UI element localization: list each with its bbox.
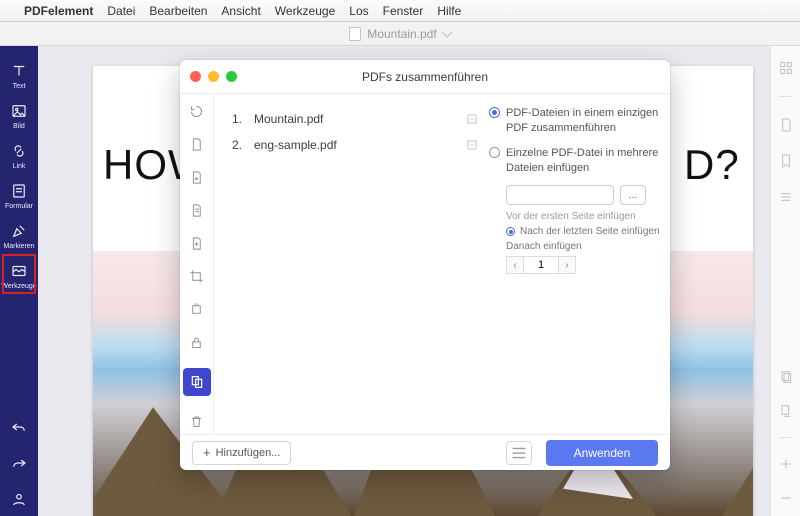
dialog-title: PDFs zusammenführen xyxy=(362,70,488,84)
radio-insert-multiple[interactable]: Einzelne PDF-Datei in mehrere Dateien ei… xyxy=(489,146,660,176)
file-row[interactable]: 2. eng-sample.pdf xyxy=(224,132,479,158)
sidebar-item-label: Werkzeuge xyxy=(1,283,36,290)
menu-file[interactable]: Datei xyxy=(107,4,135,18)
link-icon xyxy=(10,142,28,160)
remove-icon[interactable] xyxy=(465,112,479,126)
menu-app[interactable]: PDFelement xyxy=(24,4,93,18)
text-icon xyxy=(10,62,28,80)
window-titlebar: Mountain.pdf xyxy=(0,22,800,46)
menu-window[interactable]: Fenster xyxy=(383,4,424,18)
apply-button[interactable]: Anwenden xyxy=(546,440,658,466)
crop-icon[interactable] xyxy=(189,269,204,284)
radio-icon xyxy=(506,227,515,236)
file-icon xyxy=(349,27,361,41)
target-file-input[interactable] xyxy=(506,185,614,205)
stepper-next-button[interactable]: › xyxy=(558,256,576,274)
sidebar-item-text[interactable]: Text xyxy=(0,56,38,96)
sidebar-item-label: Text xyxy=(13,83,26,90)
redo-icon[interactable] xyxy=(10,454,28,472)
form-icon xyxy=(10,182,28,200)
right-toolstrip xyxy=(770,46,800,516)
trash-icon[interactable] xyxy=(189,414,204,429)
stepper-prev-button[interactable]: ‹ xyxy=(506,256,524,274)
plus-icon: + xyxy=(203,448,211,458)
dialog-header: PDFs zusammenführen xyxy=(180,60,670,94)
dialog-options: PDF-Dateien in einem einzigen PDF zusamm… xyxy=(489,94,670,434)
radio-icon xyxy=(489,147,500,158)
menu-view[interactable]: Ansicht xyxy=(221,4,260,18)
radio-label: Nach der letzten Seite einfügen xyxy=(520,226,660,237)
hint-before: Vor der ersten Seite einfügen xyxy=(506,211,660,222)
sidebar-item-label: Formular xyxy=(5,203,33,210)
menu-help[interactable]: Hilfe xyxy=(437,4,461,18)
plus-icon[interactable] xyxy=(778,456,794,472)
window-zoom-icon[interactable] xyxy=(226,71,237,82)
menu-edit[interactable]: Bearbeiten xyxy=(149,4,207,18)
file-row-number: 1. xyxy=(224,112,242,126)
remove-icon[interactable] xyxy=(465,138,479,152)
list-icon[interactable] xyxy=(778,189,794,205)
sidebar-item-mark[interactable]: Markieren xyxy=(0,216,38,256)
radio-icon xyxy=(489,107,500,118)
dialog-footer: + Hinzufügen... Anwenden xyxy=(180,434,670,470)
add-file-button[interactable]: + Hinzufügen... xyxy=(192,441,291,465)
radio-label: PDF-Dateien in einem einzigen PDF zusamm… xyxy=(506,106,660,136)
page-add-icon[interactable] xyxy=(189,236,204,251)
mac-menubar: PDFelement Datei Bearbeiten Ansicht Werk… xyxy=(0,0,800,22)
left-sidebar: Text Bild Link Formular Markieren Werkze… xyxy=(0,46,38,516)
merge-icon[interactable] xyxy=(183,368,211,396)
menu-go[interactable]: Los xyxy=(349,4,368,18)
tools-icon xyxy=(10,262,28,280)
window-close-icon[interactable] xyxy=(190,71,201,82)
stepper-value-input[interactable] xyxy=(524,256,558,274)
page-copy-icon[interactable] xyxy=(778,369,794,385)
page-blank-icon[interactable] xyxy=(189,137,204,152)
view-mode-button[interactable] xyxy=(506,441,532,465)
sidebar-item-image[interactable]: Bild xyxy=(0,96,38,136)
page-delete-icon[interactable] xyxy=(189,170,204,185)
bookmark-icon[interactable] xyxy=(778,153,794,169)
mark-icon xyxy=(10,222,28,240)
sidebar-item-label: Link xyxy=(13,163,26,170)
image-icon xyxy=(10,102,28,120)
page-icon[interactable] xyxy=(778,117,794,133)
file-row-name: eng-sample.pdf xyxy=(254,138,337,152)
file-row-name: Mountain.pdf xyxy=(254,112,323,126)
browse-button[interactable]: ... xyxy=(620,185,646,205)
dialog-tool-rail xyxy=(180,94,214,434)
file-row[interactable]: 1. Mountain.pdf xyxy=(224,106,479,132)
window-filename: Mountain.pdf xyxy=(367,27,436,41)
menu-tools[interactable]: Werkzeuge xyxy=(275,4,335,18)
extract-icon[interactable] xyxy=(189,302,204,317)
sidebar-item-form[interactable]: Formular xyxy=(0,176,38,216)
merge-dialog: PDFs zusammenführen 1. Mountain.pdf xyxy=(180,60,670,470)
sidebar-item-tools[interactable]: Werkzeuge xyxy=(0,256,38,296)
subradio-after-last[interactable]: Nach der letzten Seite einfügen xyxy=(506,226,660,237)
radio-label: Einzelne PDF-Datei in mehrere Dateien ei… xyxy=(506,146,660,176)
page-text-icon[interactable] xyxy=(189,203,204,218)
button-label: Hinzufügen... xyxy=(216,447,281,459)
undo-icon[interactable] xyxy=(10,418,28,436)
sidebar-item-label: Markieren xyxy=(3,243,34,250)
user-icon[interactable] xyxy=(10,490,28,508)
sidebar-item-link[interactable]: Link xyxy=(0,136,38,176)
window-minimize-icon[interactable] xyxy=(208,71,219,82)
minus-icon[interactable] xyxy=(778,490,794,506)
radio-merge-single[interactable]: PDF-Dateien in einem einzigen PDF zusamm… xyxy=(489,106,660,136)
hint-after-page: Danach einfügen xyxy=(506,241,660,252)
page-stepper: ‹ › xyxy=(506,256,660,274)
file-row-number: 2. xyxy=(224,138,242,152)
dialog-file-list: 1. Mountain.pdf 2. eng-sample.pdf xyxy=(214,94,489,434)
sidebar-item-label: Bild xyxy=(13,123,25,130)
chevron-down-icon[interactable] xyxy=(441,26,452,37)
rotate-icon[interactable] xyxy=(189,104,204,119)
page-duplicate-icon[interactable] xyxy=(778,403,794,419)
grid-icon[interactable] xyxy=(778,60,794,76)
lock-icon[interactable] xyxy=(189,335,204,350)
